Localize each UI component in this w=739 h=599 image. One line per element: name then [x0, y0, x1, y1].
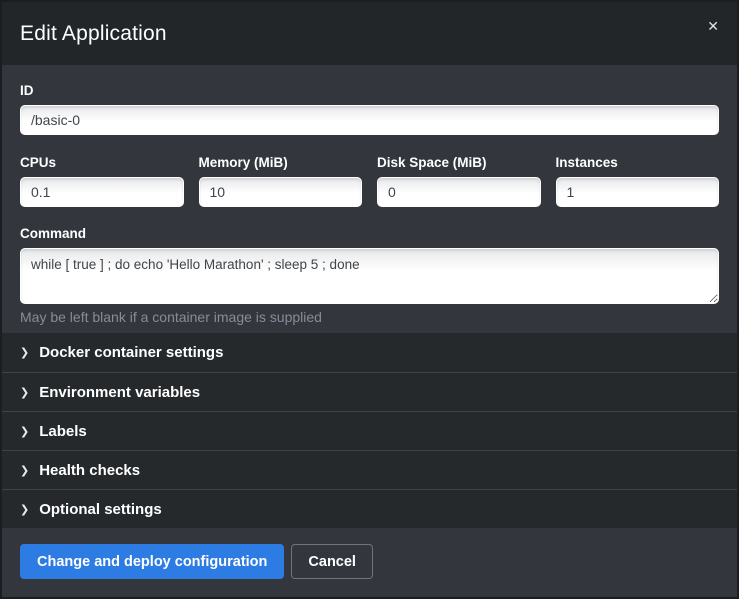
disk-label: Disk Space (MiB) [377, 155, 541, 170]
section-label: Health checks [39, 462, 140, 479]
modal-body: ID CPUs Memory (MiB) Disk Space (MiB) In… [2, 65, 737, 333]
section-labels[interactable]: ❯ Labels [2, 411, 737, 450]
command-field-group: Command while [ true ] ; do echo 'Hello … [20, 226, 719, 325]
change-and-deploy-button[interactable]: Change and deploy configuration [20, 544, 284, 579]
memory-field-group: Memory (MiB) [199, 155, 363, 207]
collapsible-sections: ❯ Docker container settings ❯ Environmen… [2, 333, 737, 528]
close-icon[interactable]: ✕ [703, 16, 723, 38]
section-environment-variables[interactable]: ❯ Environment variables [2, 372, 737, 411]
command-help-text: May be left blank if a container image i… [20, 309, 719, 325]
cpus-input[interactable] [20, 177, 184, 207]
disk-input[interactable] [377, 177, 541, 207]
section-label: Optional settings [39, 501, 162, 518]
command-label: Command [20, 226, 719, 241]
memory-input[interactable] [199, 177, 363, 207]
section-docker-container-settings[interactable]: ❯ Docker container settings [2, 333, 737, 372]
command-textarea[interactable]: while [ true ] ; do echo 'Hello Marathon… [20, 248, 719, 304]
resources-row: CPUs Memory (MiB) Disk Space (MiB) Insta… [20, 155, 719, 207]
cpus-label: CPUs [20, 155, 184, 170]
chevron-right-icon: ❯ [20, 465, 29, 476]
id-input[interactable] [20, 105, 719, 135]
id-field-group: ID [20, 83, 719, 135]
cpus-field-group: CPUs [20, 155, 184, 207]
modal-footer: Change and deploy configuration Cancel [2, 528, 737, 597]
edit-application-modal: Edit Application ✕ ID CPUs Memory (MiB) … [0, 0, 739, 599]
section-label: Docker container settings [39, 344, 223, 361]
chevron-right-icon: ❯ [20, 504, 29, 515]
cancel-button[interactable]: Cancel [291, 544, 373, 579]
instances-field-group: Instances [556, 155, 720, 207]
memory-label: Memory (MiB) [199, 155, 363, 170]
chevron-right-icon: ❯ [20, 387, 29, 398]
id-label: ID [20, 83, 719, 98]
chevron-right-icon: ❯ [20, 347, 29, 358]
section-health-checks[interactable]: ❯ Health checks [2, 450, 737, 489]
instances-label: Instances [556, 155, 720, 170]
section-label: Environment variables [39, 384, 200, 401]
chevron-right-icon: ❯ [20, 426, 29, 437]
disk-field-group: Disk Space (MiB) [377, 155, 541, 207]
section-optional-settings[interactable]: ❯ Optional settings [2, 489, 737, 528]
section-label: Labels [39, 423, 87, 440]
instances-input[interactable] [556, 177, 720, 207]
modal-header: Edit Application ✕ [2, 2, 737, 65]
modal-title: Edit Application [20, 22, 167, 46]
